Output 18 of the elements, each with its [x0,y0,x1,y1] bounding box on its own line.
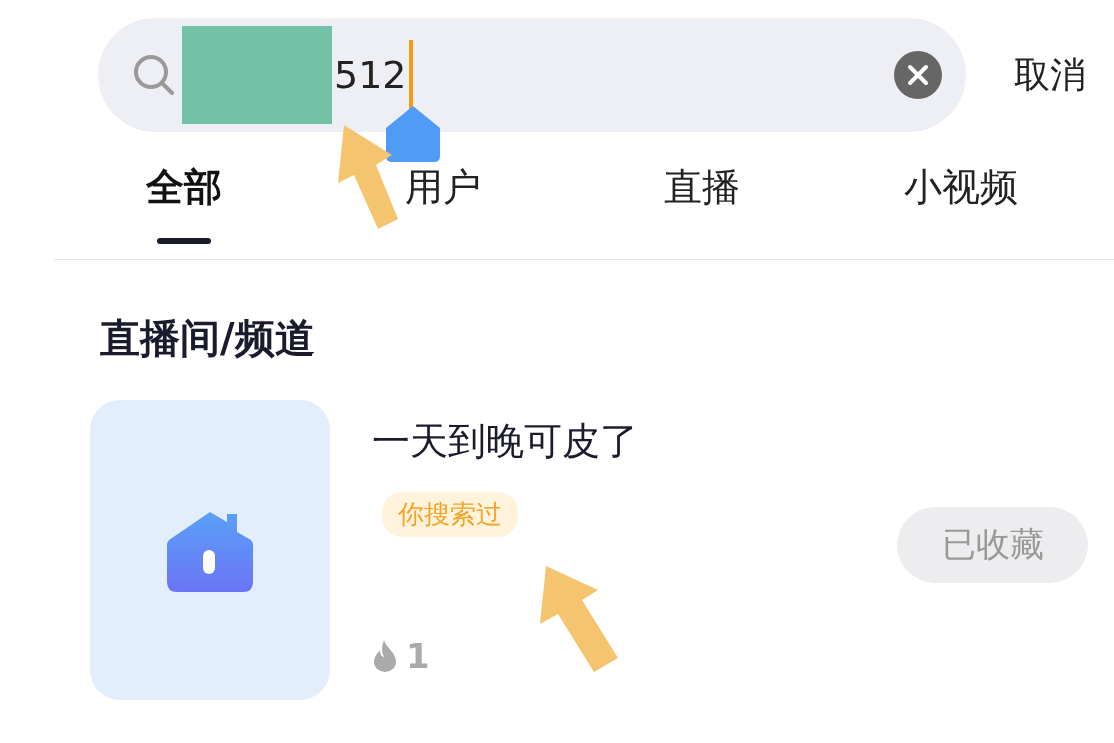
cancel-button[interactable]: 取消 [1014,50,1086,100]
flame-icon [372,640,398,672]
heat-count: 1 [406,636,430,676]
tab[interactable]: 直播 [663,168,740,259]
text-cursor [408,40,413,110]
thumbnail[interactable] [90,400,330,700]
result-title[interactable]: 一天到晚可皮了 [372,422,897,460]
section-title: 直播间/频道 [100,318,316,358]
clear-button[interactable] [894,51,942,99]
search-field[interactable]: 512 [98,18,966,132]
search-text: 512 [334,53,407,97]
tab[interactable]: 用户 [404,168,481,259]
close-icon [907,64,929,86]
tab[interactable]: 小视频 [903,168,1018,259]
search-history-tag: 你搜索过 [382,492,518,537]
search-icon [132,53,176,97]
tab[interactable]: 全部 [145,168,222,259]
selection-handle[interactable] [386,106,440,162]
